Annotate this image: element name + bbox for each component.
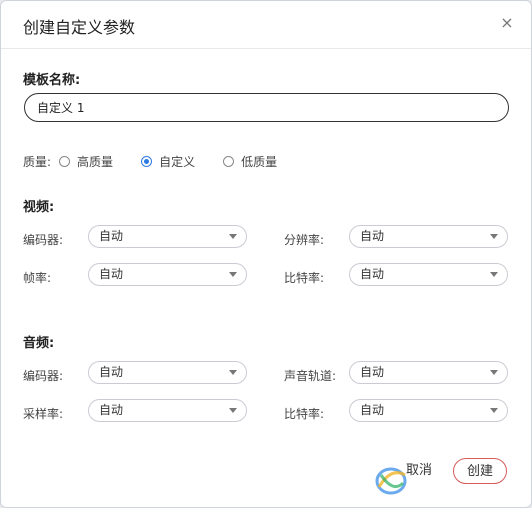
radio-high-quality[interactable]: 高质量 xyxy=(59,153,113,170)
audio-bitrate-label: 比特率: xyxy=(284,407,325,421)
audio-encoder-select[interactable]: 自动 xyxy=(88,361,247,384)
radio-custom[interactable]: 自定义 xyxy=(141,153,195,170)
radio-circle-selected-icon xyxy=(141,155,153,167)
dropdown-arrow-icon xyxy=(229,272,237,277)
video-encoder-label: 编码器: xyxy=(23,233,64,247)
video-framerate-label: 帧率: xyxy=(23,271,52,285)
video-bitrate-label: 比特率: xyxy=(284,271,325,285)
audio-samplerate-select[interactable]: 自动 xyxy=(88,399,247,422)
select-value: 自动 xyxy=(360,229,385,243)
select-value: 自动 xyxy=(360,403,385,417)
dialog-title: 创建自定义参数 xyxy=(23,18,136,37)
watermark-logo xyxy=(373,453,532,505)
dropdown-arrow-icon xyxy=(229,408,237,413)
select-value: 自动 xyxy=(99,403,124,417)
audio-bitrate-select[interactable]: 自动 xyxy=(349,399,508,422)
audio-heading: 音频: xyxy=(23,336,55,351)
watermark-swirl-icon xyxy=(375,467,407,495)
audio-encoder-label: 编码器: xyxy=(23,369,64,383)
dropdown-arrow-icon xyxy=(490,272,498,277)
dialog-titlebar: 创建自定义参数 × xyxy=(1,1,531,49)
select-value: 自动 xyxy=(360,267,385,281)
dropdown-arrow-icon xyxy=(490,370,498,375)
create-button[interactable]: 创建 xyxy=(453,458,507,484)
audio-channels-select[interactable]: 自动 xyxy=(349,361,508,384)
radio-label: 低质量 xyxy=(241,154,278,169)
video-resolution-select[interactable]: 自动 xyxy=(349,225,508,248)
quality-radio-group: 质量: 高质量 自定义 低质量 xyxy=(23,152,305,170)
dropdown-arrow-icon xyxy=(229,370,237,375)
dropdown-arrow-icon xyxy=(229,234,237,239)
video-encoder-select[interactable]: 自动 xyxy=(88,225,247,248)
close-icon[interactable]: × xyxy=(497,13,517,33)
select-value: 自动 xyxy=(99,267,124,281)
radio-circle-icon xyxy=(59,155,71,167)
video-bitrate-select[interactable]: 自动 xyxy=(349,263,508,286)
select-value: 自动 xyxy=(99,365,124,379)
video-resolution-label: 分辨率: xyxy=(284,233,325,247)
dropdown-arrow-icon xyxy=(490,408,498,413)
quality-label: 质量: xyxy=(23,154,52,169)
radio-low-quality[interactable]: 低质量 xyxy=(223,153,277,170)
create-custom-params-dialog: 创建自定义参数 × 模板名称: 质量: 高质量 自定义 低质量 视频: 编码器:… xyxy=(0,0,532,508)
template-name-input[interactable] xyxy=(24,93,509,122)
video-heading: 视频: xyxy=(23,200,55,215)
select-value: 自动 xyxy=(360,365,385,379)
select-value: 自动 xyxy=(99,229,124,243)
audio-samplerate-label: 采样率: xyxy=(23,407,64,421)
radio-label: 高质量 xyxy=(77,154,114,169)
cancel-button[interactable]: 取消 xyxy=(397,458,441,484)
audio-channels-label: 声音轨道: xyxy=(284,369,337,383)
video-framerate-select[interactable]: 自动 xyxy=(88,263,247,286)
radio-label: 自定义 xyxy=(159,154,196,169)
radio-circle-icon xyxy=(223,155,235,167)
template-name-label: 模板名称: xyxy=(23,73,81,88)
dropdown-arrow-icon xyxy=(490,234,498,239)
